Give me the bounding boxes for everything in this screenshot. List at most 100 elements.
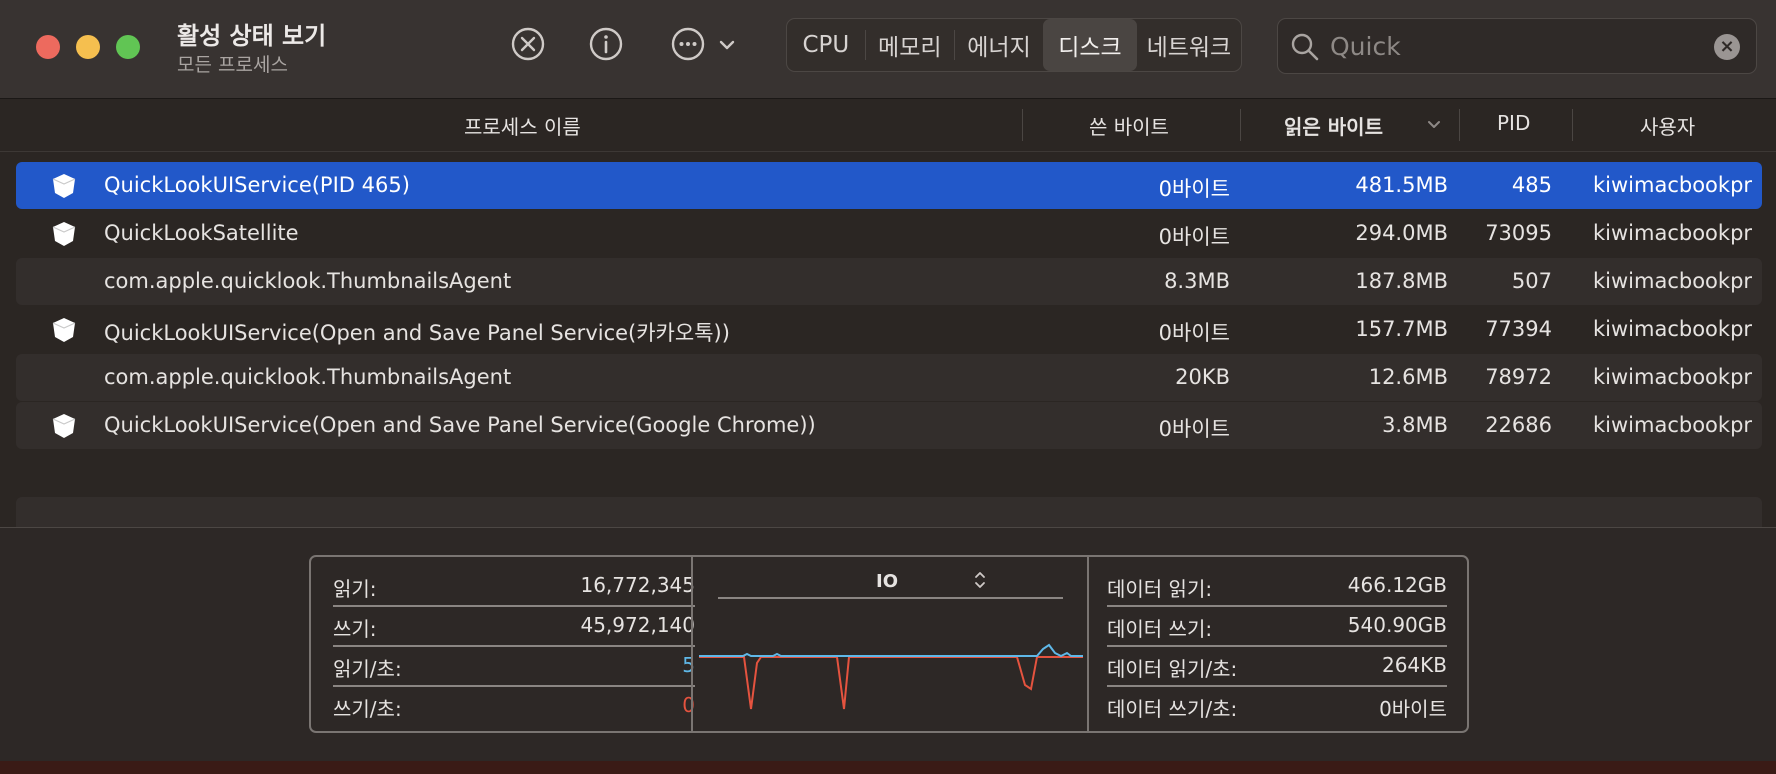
search-icon <box>1291 33 1319 61</box>
process-user: kiwimacbookpr <box>1593 317 1753 341</box>
stop-process-button[interactable] <box>510 26 546 62</box>
ellipsis-circle-icon <box>671 27 705 61</box>
process-user: kiwimacbookpr <box>1593 173 1753 197</box>
stat-data-written: 데이터 쓰기: 540.90GB <box>1107 605 1447 647</box>
bytes-read: 157.7MB <box>1355 317 1448 341</box>
read-series <box>699 643 1083 658</box>
stat-data-read: 데이터 읽기: 466.12GB <box>1107 565 1447 607</box>
process-name: QuickLookUIService(PID 465) <box>104 173 410 197</box>
app-icon <box>52 414 76 438</box>
bytes-written: 8.3MB <box>1164 269 1230 293</box>
table-row[interactable]: QuickLookUIService(PID 465) 0바이트 481.5MB… <box>16 162 1762 209</box>
bytes-read: 481.5MB <box>1355 173 1448 197</box>
more-actions-button[interactable] <box>670 26 706 62</box>
tab-cpu[interactable]: CPU <box>787 19 865 71</box>
bytes-written: 20KB <box>1175 365 1230 389</box>
search-field[interactable]: Quick × <box>1277 18 1757 74</box>
disk-summary-panel: 읽기: 16,772,345 쓰기: 45,972,140 읽기/초: 5 쓰기… <box>0 527 1776 762</box>
window-title: 활성 상태 보기 <box>177 22 327 50</box>
clear-search-button[interactable]: × <box>1714 34 1740 60</box>
column-header-bytes-read[interactable]: 읽은 바이트 <box>1284 111 1383 140</box>
divider <box>691 557 693 731</box>
process-name: QuickLookSatellite <box>104 221 299 245</box>
process-list: QuickLookUIService(PID 465) 0바이트 481.5MB… <box>16 162 1762 527</box>
table-row[interactable]: QuickLookSatellite 0바이트 294.0MB 73095 ki… <box>16 210 1762 257</box>
stat-writes-per-sec: 쓰기/초: 0 <box>333 685 695 725</box>
toolbar: 활성 상태 보기 모든 프로세스 CPU 메모리 에너지 디스크 네트워크 Qu… <box>0 0 1776 99</box>
close-icon: × <box>1719 36 1735 57</box>
tab-energy[interactable]: 에너지 <box>955 19 1043 71</box>
empty-row <box>16 497 1762 527</box>
stat-label: 쓰기: <box>333 617 377 641</box>
divider <box>1087 557 1089 731</box>
stat-label: 쓰기/초: <box>333 697 402 721</box>
column-header-pid[interactable]: PID <box>1497 111 1530 135</box>
bytes-written: 0바이트 <box>1158 321 1230 345</box>
graph-mode-label: IO <box>876 571 898 592</box>
column-header-user[interactable]: 사용자 <box>1640 111 1695 140</box>
inspect-process-button[interactable] <box>588 26 624 62</box>
process-user: kiwimacbookpr <box>1593 365 1753 389</box>
tab-network[interactable]: 네트워크 <box>1137 19 1241 71</box>
process-name: com.apple.quicklook.ThumbnailsAgent <box>104 365 512 389</box>
process-pid: 73095 <box>1485 221 1552 245</box>
stat-writes: 쓰기: 45,972,140 <box>333 605 695 647</box>
stat-value: 264KB <box>1381 653 1447 677</box>
chevron-down-icon <box>719 40 735 50</box>
more-actions-chevron[interactable] <box>712 26 742 62</box>
category-tabs: CPU 메모리 에너지 디스크 네트워크 <box>786 18 1242 72</box>
process-name: com.apple.quicklook.ThumbnailsAgent <box>104 269 512 293</box>
tab-disk[interactable]: 디스크 <box>1043 19 1137 71</box>
tab-memory[interactable]: 메모리 <box>866 19 954 71</box>
process-name: QuickLookUIService(Open and Save Panel S… <box>104 321 730 345</box>
stat-label: 읽기/초: <box>333 657 402 681</box>
process-pid: 507 <box>1511 269 1552 293</box>
stat-data-written-per-sec: 데이터 쓰기/초: 0바이트 <box>1107 685 1447 725</box>
table-header: 프로세스 이름 쓴 바이트 읽은 바이트 PID 사용자 <box>0 99 1776 152</box>
stat-label: 데이터 읽기/초: <box>1107 657 1238 681</box>
column-header-bytes-written[interactable]: 쓴 바이트 <box>1089 111 1169 140</box>
table-row[interactable]: com.apple.quicklook.ThumbnailsAgent 20KB… <box>16 354 1762 401</box>
column-divider <box>1459 109 1460 141</box>
close-window-button[interactable] <box>36 35 60 59</box>
app-icon <box>52 174 76 198</box>
process-user: kiwimacbookpr <box>1593 269 1753 293</box>
bytes-written: 0바이트 <box>1158 177 1230 201</box>
minimize-window-button[interactable] <box>76 35 100 59</box>
graph-mode-selector[interactable]: IO <box>718 567 1063 599</box>
bytes-read: 3.8MB <box>1382 413 1448 437</box>
stat-reads-per-sec: 읽기/초: 5 <box>333 645 695 687</box>
stat-label: 데이터 쓰기: <box>1107 617 1213 641</box>
search-input[interactable]: Quick <box>1330 32 1401 61</box>
column-divider <box>1022 109 1023 141</box>
stat-reads: 읽기: 16,772,345 <box>333 565 695 607</box>
stat-value: 540.90GB <box>1347 613 1447 637</box>
x-circle-icon <box>511 27 545 61</box>
info-icon <box>589 27 623 61</box>
column-divider <box>1572 109 1573 141</box>
app-icon <box>52 222 76 246</box>
io-graph <box>699 643 1083 710</box>
bytes-written: 0바이트 <box>1158 225 1230 249</box>
bytes-written: 0바이트 <box>1158 417 1230 441</box>
zoom-window-button[interactable] <box>116 35 140 59</box>
stat-label: 읽기: <box>333 577 377 601</box>
process-pid: 77394 <box>1485 317 1552 341</box>
stat-value: 0 <box>682 693 695 717</box>
stat-value: 45,972,140 <box>580 613 695 637</box>
process-pid: 485 <box>1511 173 1552 197</box>
window-subtitle: 모든 프로세스 <box>177 54 288 76</box>
chevron-down-icon <box>1428 121 1440 128</box>
table-row[interactable]: QuickLookUIService(Open and Save Panel S… <box>16 306 1762 353</box>
stat-data-read-per-sec: 데이터 읽기/초: 264KB <box>1107 645 1447 687</box>
activity-monitor-window: 활성 상태 보기 모든 프로세스 CPU 메모리 에너지 디스크 네트워크 Qu… <box>0 0 1776 774</box>
column-header-process-name[interactable]: 프로세스 이름 <box>464 111 581 140</box>
process-user: kiwimacbookpr <box>1593 413 1753 437</box>
column-divider <box>1240 109 1241 141</box>
table-row[interactable]: com.apple.quicklook.ThumbnailsAgent 8.3M… <box>16 258 1762 305</box>
process-pid: 78972 <box>1485 365 1552 389</box>
stat-value: 466.12GB <box>1347 573 1447 597</box>
process-pid: 22686 <box>1485 413 1552 437</box>
bytes-read: 187.8MB <box>1355 269 1448 293</box>
table-row[interactable]: QuickLookUIService(Open and Save Panel S… <box>16 402 1762 449</box>
